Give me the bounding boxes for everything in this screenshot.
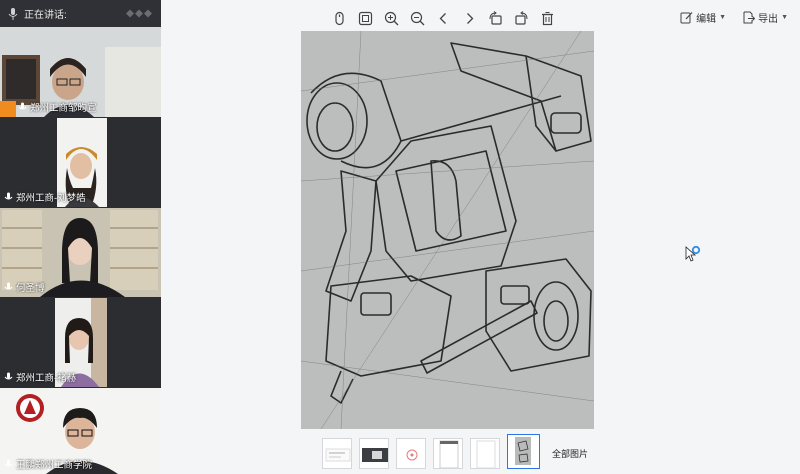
speaking-indicator: 正在讲话: (0, 0, 161, 27)
microphone-icon (18, 102, 27, 109)
microphone-icon (4, 372, 13, 379)
rotate-right-icon (514, 10, 527, 25)
export-label: 导出 (758, 14, 779, 25)
thumbnail-4[interactable] (433, 438, 463, 469)
zoom-in-button[interactable] (382, 9, 400, 27)
video-tile-4[interactable]: 郑州工商-褚赫 (0, 298, 161, 387)
layout-switch-icon[interactable] (125, 8, 153, 19)
edit-icon (680, 12, 693, 24)
chevron-left-icon (439, 12, 446, 24)
chevron-right-icon (466, 12, 473, 24)
zoom-out-icon (410, 11, 424, 25)
video-panel: 正在讲话: 郑州工商邹昀宣 郑州工商-刘梦皓 何圣博 郑州工商-褚赫 王鹏郑州工… (0, 0, 161, 474)
fit-screen-button[interactable] (356, 9, 374, 27)
zoom-out-button[interactable] (408, 9, 426, 27)
video-tile-3[interactable]: 何圣博 (0, 208, 161, 297)
rotate-right-button[interactable] (512, 9, 530, 27)
participant-label: 何圣博 (4, 280, 45, 294)
participant-label: 王鹏郑州工商学院 (4, 457, 92, 471)
caret-down-icon: ▼ (719, 14, 727, 21)
rotate-left-icon (489, 10, 502, 25)
export-button[interactable]: 导出 ▼ (742, 10, 788, 25)
thumbnail-3[interactable] (396, 438, 426, 469)
top-right-actions: 编辑 ▼ 导出 ▼ (680, 10, 788, 25)
microphone-icon (8, 7, 18, 20)
edit-label: 编辑 (696, 14, 717, 25)
participant-name: 郑州工商邹昀宣 (30, 103, 97, 114)
participant-label: 郑州工商-刘梦皓 (4, 190, 86, 204)
export-icon (743, 11, 756, 24)
delete-button[interactable] (538, 9, 556, 27)
video-tile-2[interactable]: 郑州工商-刘梦皓 (0, 118, 161, 207)
participant-name: 郑州工商-褚赫 (16, 373, 77, 384)
participant-name: 王鹏郑州工商学院 (16, 460, 93, 471)
mouse-icon (334, 11, 344, 25)
microphone-icon (4, 192, 13, 199)
prev-page-button[interactable] (434, 9, 452, 27)
speaking-label: 正在讲话: (24, 10, 67, 21)
fit-screen-icon (358, 11, 372, 25)
participant-name: 郑州工商-刘梦皓 (16, 193, 86, 204)
caret-down-icon: ▼ (781, 14, 788, 21)
host-badge-icon (0, 101, 16, 117)
next-page-button[interactable] (460, 9, 478, 27)
document-page[interactable] (301, 31, 594, 429)
sketch-image (301, 31, 594, 429)
mouse-button[interactable] (330, 9, 348, 27)
participant-label: 郑州工商-褚赫 (4, 370, 76, 384)
zoom-in-icon (384, 11, 398, 25)
video-tile-1[interactable]: 郑州工商邹昀宣 (0, 27, 161, 117)
thumbnail-strip (322, 433, 540, 469)
thumbnail-2[interactable] (359, 438, 389, 469)
video-tile-5[interactable]: 王鹏郑州工商学院 (0, 388, 161, 474)
microphone-icon (4, 282, 13, 289)
participant-label: 郑州工商邹昀宣 (18, 100, 97, 114)
participant-name: 何圣博 (16, 283, 45, 294)
rotate-left-button[interactable] (486, 9, 504, 27)
all-images-link[interactable]: 全部图片 (552, 447, 588, 460)
edit-button[interactable]: 编辑 ▼ (680, 10, 726, 25)
trash-icon (541, 11, 553, 25)
viewer-toolbar (330, 9, 556, 29)
thumbnail-6-active[interactable] (507, 434, 540, 469)
microphone-icon (4, 459, 13, 466)
thumbnail-1[interactable] (322, 438, 352, 469)
thumbnail-5[interactable] (470, 438, 500, 469)
mouse-cursor-icon (685, 246, 701, 262)
